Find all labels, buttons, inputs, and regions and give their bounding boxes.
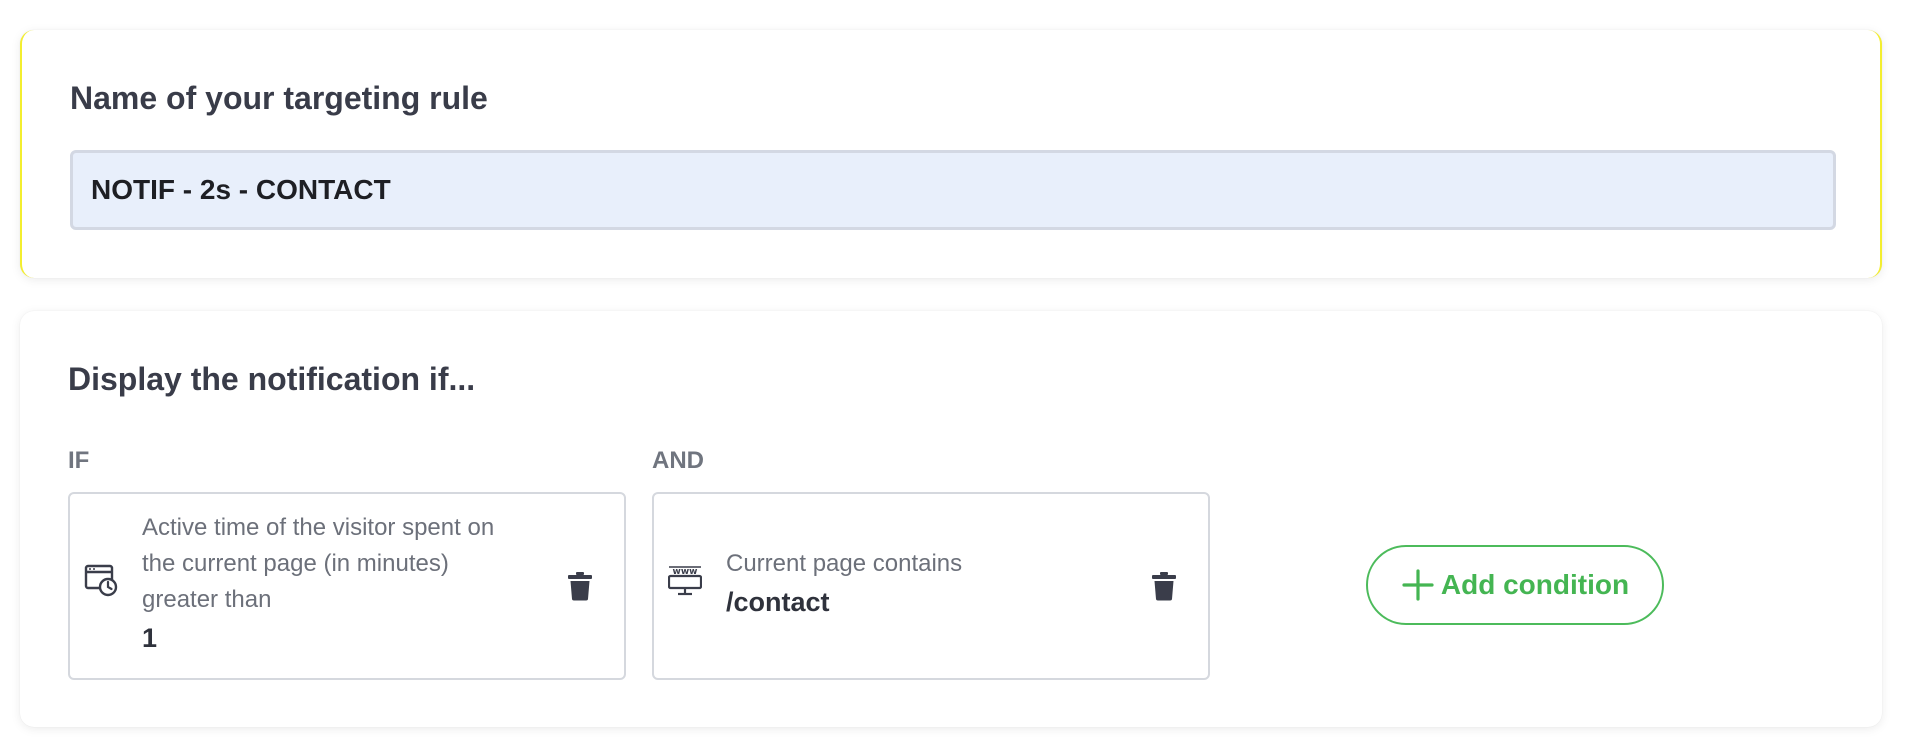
- add-condition-label: Add condition: [1440, 569, 1630, 600]
- display-conditions-card: Display the notification if... IF AND Ac…: [20, 311, 1882, 727]
- rule-name-title: Name of your targeting rule: [70, 80, 488, 116]
- trash-icon[interactable]: [567, 571, 593, 601]
- trash-icon[interactable]: [1151, 571, 1177, 601]
- rule-name-card: Name of your targeting rule: [20, 30, 1882, 278]
- condition-value: /contact: [726, 587, 830, 617]
- condition-card-active-time[interactable]: Active time of the visitor spent on the …: [68, 492, 626, 680]
- plus-icon: [1402, 569, 1434, 601]
- condition-text: Current page contains: [726, 550, 963, 577]
- if-label: IF: [68, 447, 90, 474]
- browser-clock-icon: [84, 564, 118, 597]
- www-monitor-icon: www: [668, 566, 702, 596]
- rule-name-input[interactable]: [70, 150, 1836, 230]
- add-condition-button[interactable]: Add condition: [1366, 545, 1664, 625]
- display-title: Display the notification if...: [68, 361, 476, 397]
- condition-card-current-page[interactable]: www Current page contains /contact: [652, 492, 1210, 680]
- condition-value: 1: [142, 623, 158, 653]
- condition-text: Active time of the visitor spent on the …: [142, 514, 495, 613]
- and-label: AND: [652, 447, 704, 474]
